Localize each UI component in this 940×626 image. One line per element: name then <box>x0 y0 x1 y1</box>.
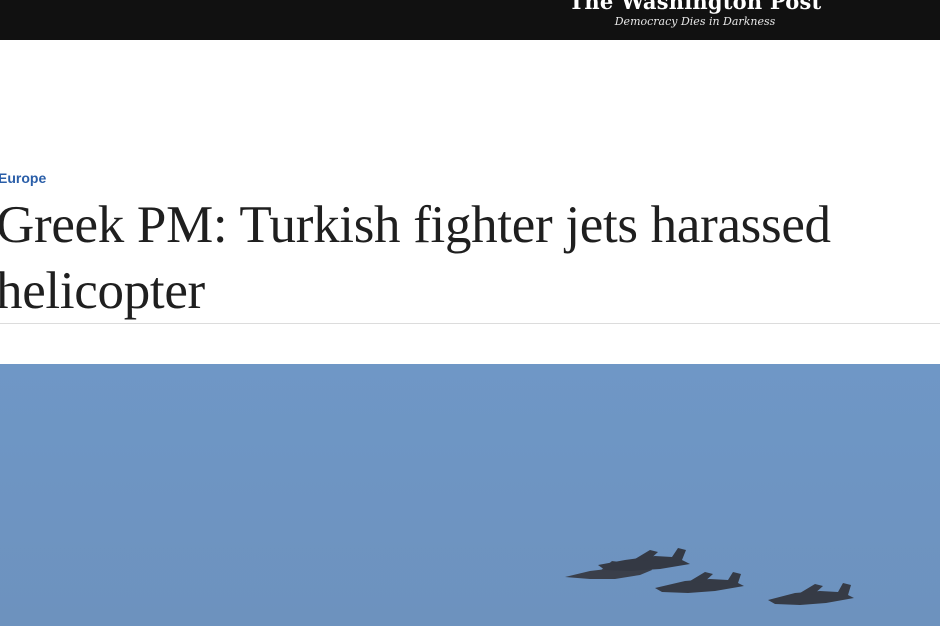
section-kicker-link[interactable]: Europe <box>0 170 46 186</box>
masthead-tagline: Democracy Dies in Darkness <box>614 15 776 28</box>
jet-4 <box>768 583 854 605</box>
top-navigation-bar: The Washington Post Democracy Dies in Da… <box>0 0 940 40</box>
jet-3 <box>655 572 744 593</box>
masthead-logo[interactable]: The Washington Post Democracy Dies in Da… <box>560 0 830 29</box>
hero-image <box>0 364 940 626</box>
fighter-jets-illustration <box>565 548 854 605</box>
article-headline: Greek PM: Turkish fighter jets harassed … <box>0 196 831 320</box>
headline-divider <box>0 323 940 324</box>
jet-2 <box>598 548 690 571</box>
masthead-name: The Washington Post <box>568 0 822 14</box>
